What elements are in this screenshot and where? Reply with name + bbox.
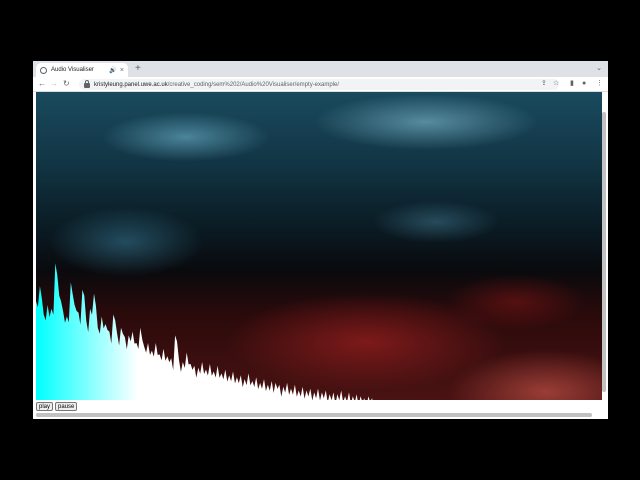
chevron-down-icon[interactable]: ⌄ — [596, 64, 602, 72]
profile-icon[interactable]: ● — [582, 79, 586, 89]
tab-audio-visualiser[interactable]: Audio Visualiser 🔊 × — [36, 63, 128, 77]
page-viewport: play pause — [33, 92, 608, 419]
lock-icon[interactable] — [84, 80, 90, 88]
player-controls: play pause — [36, 402, 78, 411]
pause-button[interactable]: pause — [55, 402, 78, 411]
browser-window: Audio Visualiser 🔊 × + ⌄ ← → ↻ kristyleu… — [33, 61, 608, 419]
close-icon[interactable]: × — [120, 67, 124, 74]
address-bar[interactable]: kristyleung.panel.uwe.ac.uk/creative_cod… — [79, 79, 559, 90]
speaker-icon[interactable]: 🔊 — [109, 67, 116, 74]
share-icon[interactable]: ⇪ — [541, 79, 547, 89]
new-tab-button[interactable]: + — [135, 63, 141, 75]
tab-title: Audio Visualiser — [51, 67, 94, 73]
kebab-menu-icon[interactable]: ⋮ — [596, 79, 603, 89]
forward-button[interactable]: → — [50, 79, 58, 89]
globe-icon — [40, 66, 47, 74]
url-text: kristyleung.panel.uwe.ac.uk/creative_cod… — [94, 81, 340, 88]
back-button[interactable]: ← — [38, 79, 46, 89]
visualiser-canvas — [36, 92, 602, 400]
sidebar-icon[interactable]: ▮ — [570, 79, 574, 89]
horizontal-scrollbar[interactable] — [36, 413, 592, 417]
play-button[interactable]: play — [36, 402, 54, 411]
spectrum-shape — [36, 263, 376, 400]
frequency-spectrum — [36, 263, 376, 400]
browser-toolbar: ← → ↻ kristyleung.panel.uwe.ac.uk/creati… — [33, 77, 608, 92]
star-icon[interactable]: ☆ — [553, 79, 559, 89]
vertical-scrollbar[interactable] — [602, 112, 606, 392]
reload-button[interactable]: ↻ — [63, 79, 70, 89]
tab-strip: Audio Visualiser 🔊 × + ⌄ — [33, 61, 608, 77]
